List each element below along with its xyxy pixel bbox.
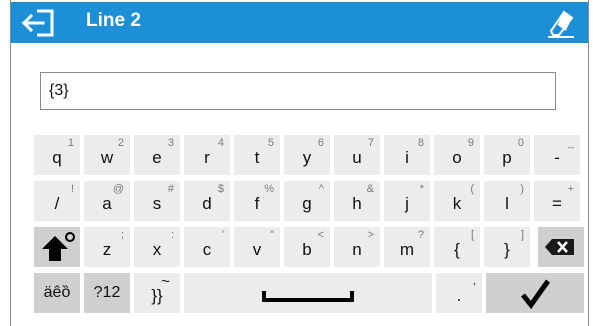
key-primary-label: y bbox=[302, 148, 312, 167]
key-1-10[interactable]: + = bbox=[534, 181, 580, 221]
bracket-tilde-key[interactable]: }} ~ bbox=[134, 273, 180, 313]
key-1-1[interactable]: @ a bbox=[84, 181, 130, 221]
key-0-7[interactable]: 8i bbox=[384, 135, 430, 175]
key-2-4[interactable]: < b bbox=[284, 227, 330, 267]
key-primary-label: o bbox=[452, 148, 462, 167]
symbols-key[interactable]: ?12 bbox=[84, 273, 130, 313]
key-primary-label: / bbox=[54, 194, 60, 213]
key-0-8[interactable]: 9o bbox=[434, 135, 480, 175]
key-0-6[interactable]: 7u bbox=[334, 135, 380, 175]
key-1-4[interactable]: % f bbox=[234, 181, 280, 221]
key-primary-label: { bbox=[454, 240, 460, 259]
period-key[interactable]: . , bbox=[436, 273, 482, 313]
key-0-10[interactable]: _ - bbox=[534, 135, 580, 175]
header-bar: Line 2 bbox=[11, 2, 588, 43]
key-primary-label: r bbox=[204, 148, 210, 167]
checkmark-icon bbox=[521, 279, 551, 310]
shift-key[interactable] bbox=[34, 227, 80, 267]
accents-key[interactable]: äêȍ bbox=[34, 273, 80, 313]
key-0-2[interactable]: 3e bbox=[134, 135, 180, 175]
key-primary-label: q bbox=[52, 148, 62, 167]
key-primary-label: k bbox=[452, 194, 462, 213]
key-primary-label: d bbox=[202, 194, 212, 213]
accents-key-label: äêȍ bbox=[43, 284, 71, 301]
symbols-key-label: ?12 bbox=[93, 284, 121, 301]
input-value: {3} bbox=[49, 82, 69, 99]
key-2-0[interactable]: ; z bbox=[84, 227, 130, 267]
key-primary-label: e bbox=[152, 148, 162, 167]
key-primary-label: h bbox=[352, 194, 362, 213]
key-primary-label: - bbox=[554, 148, 560, 167]
back-arrow-icon[interactable] bbox=[21, 8, 57, 38]
key-1-3[interactable]: $ d bbox=[184, 181, 230, 221]
key-primary-label: i bbox=[405, 148, 409, 167]
key-1-0[interactable]: ! / bbox=[34, 181, 80, 221]
key-primary-label: c bbox=[202, 240, 212, 259]
key-2-5[interactable]: > n bbox=[334, 227, 380, 267]
key-0-3[interactable]: 4r bbox=[184, 135, 230, 175]
key-primary-label: u bbox=[352, 148, 362, 167]
key-0-9[interactable]: 0p bbox=[484, 135, 530, 175]
key-2-6[interactable]: ? m bbox=[384, 227, 430, 267]
page-title: Line 2 bbox=[86, 10, 141, 31]
key-1-7[interactable]: * j bbox=[384, 181, 430, 221]
key-primary-label: n bbox=[352, 240, 362, 259]
key-primary-label: z bbox=[102, 240, 112, 259]
key-2-3[interactable]: " v bbox=[234, 227, 280, 267]
key-primary-label: w bbox=[100, 148, 114, 167]
key-2-7[interactable]: [{ bbox=[434, 227, 480, 267]
key-1-5[interactable]: ^ g bbox=[284, 181, 330, 221]
bracket-tilde-sub: ~ bbox=[161, 273, 170, 290]
space-key[interactable] bbox=[184, 273, 432, 313]
period-key-sub: , bbox=[472, 275, 476, 287]
key-1-9[interactable]: ) l bbox=[484, 181, 530, 221]
key-1-8[interactable]: (k bbox=[434, 181, 480, 221]
bracket-tilde-main: }} bbox=[151, 286, 163, 305]
key-2-8[interactable]: ]} bbox=[484, 227, 530, 267]
spacebar-icon bbox=[262, 291, 354, 302]
key-primary-label: t bbox=[254, 148, 260, 167]
backspace-icon bbox=[545, 239, 574, 255]
key-1-6[interactable]: & h bbox=[334, 181, 380, 221]
key-primary-label: v bbox=[252, 240, 262, 259]
key-0-0[interactable]: 1q bbox=[34, 135, 80, 175]
key-primary-label: s bbox=[152, 194, 162, 213]
key-primary-label: g bbox=[302, 194, 312, 213]
key-1-2[interactable]: # s bbox=[134, 181, 180, 221]
key-primary-label: j bbox=[405, 194, 409, 213]
key-primary-label: p bbox=[502, 148, 512, 167]
eraser-icon[interactable] bbox=[544, 7, 576, 39]
key-primary-label: } bbox=[504, 240, 510, 259]
key-primary-label: m bbox=[399, 240, 415, 259]
key-0-5[interactable]: 6y bbox=[284, 135, 330, 175]
key-primary-label: = bbox=[552, 194, 562, 213]
period-key-main: . bbox=[456, 286, 462, 305]
key-primary-label: x bbox=[152, 240, 162, 259]
key-0-4[interactable]: 5t bbox=[234, 135, 280, 175]
key-primary-label: b bbox=[302, 240, 312, 259]
key-0-1[interactable]: 2w bbox=[84, 135, 130, 175]
key-primary-label: f bbox=[254, 194, 260, 213]
key-primary-label: a bbox=[102, 194, 112, 213]
shift-arrow-icon bbox=[42, 232, 75, 261]
key-2-2[interactable]: ' c bbox=[184, 227, 230, 267]
backspace-key[interactable] bbox=[538, 227, 584, 267]
key-2-1[interactable]: :x bbox=[134, 227, 180, 267]
enter-key[interactable] bbox=[486, 273, 584, 313]
text-input-field[interactable]: {3} bbox=[40, 72, 556, 110]
key-primary-label: l bbox=[505, 194, 509, 213]
